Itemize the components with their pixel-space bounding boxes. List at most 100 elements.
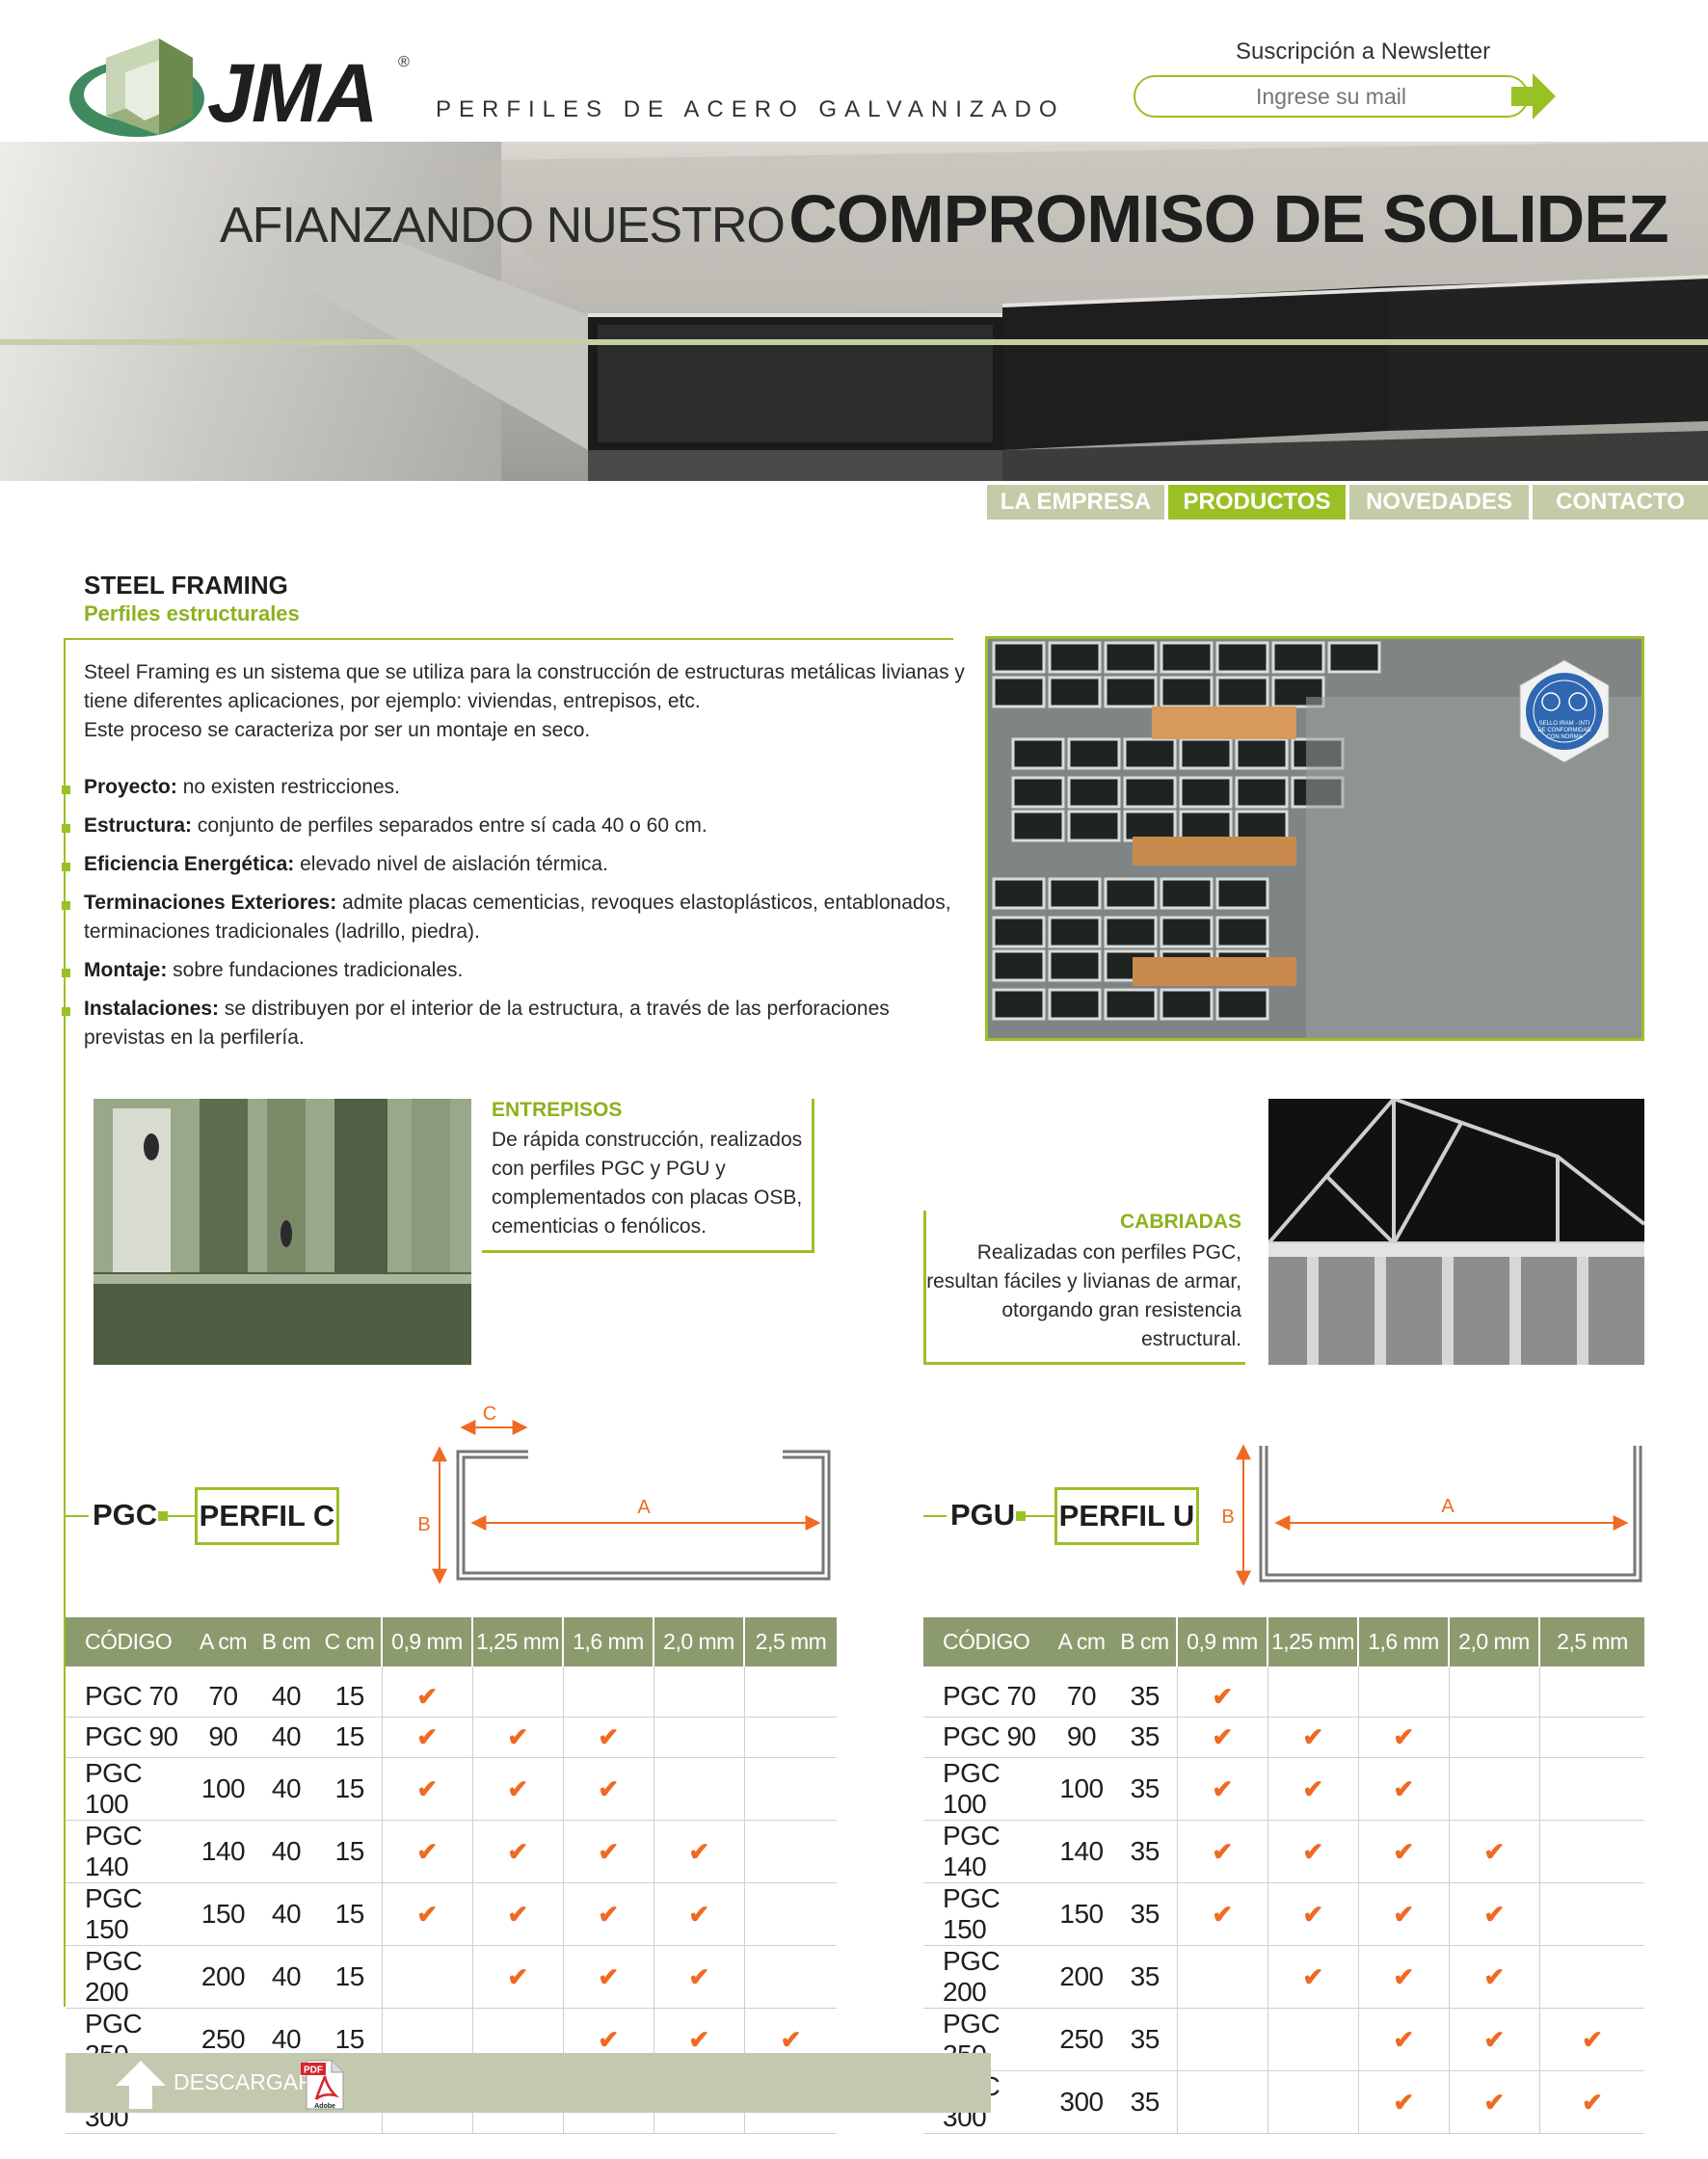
cell-code: PGC 140 [923,1820,1050,1883]
thickness-cell [1538,1882,1644,1946]
cell-a: 140 [192,1820,254,1883]
feature-text: sobre fundaciones tradicionales. [167,959,464,981]
thickness-cell: ✔ [1448,2008,1539,2071]
thickness-cell: ✔ [1357,2070,1449,2134]
check-icon: ✔ [598,1836,619,1866]
col-header: 1,25 mm [471,1617,563,1666]
cell-c: 15 [318,1666,382,1718]
intro-text: Steel Framing es un sistema que se utili… [84,658,971,745]
thickness-cell: ✔ [562,1882,654,1946]
nav-contacto[interactable]: CONTACTO [1533,485,1708,520]
feature-text: elevado nivel de aislación térmica. [294,853,608,875]
col-header: C cm [318,1617,382,1666]
col-header: B cm [1113,1617,1177,1666]
bullet-icon [62,969,70,977]
thickness-cell: ✔ [653,1820,744,1883]
nav-la-empresa[interactable]: LA EMPRESA [987,485,1164,520]
thickness-cell: ✔ [471,1945,563,2009]
thickness-cell: ✔ [653,1882,744,1946]
check-icon: ✔ [1302,1836,1323,1866]
arrow-up-icon[interactable] [116,2061,166,2109]
cabriadas-photo [1268,1099,1644,1365]
nav-productos[interactable]: PRODUCTOS [1168,485,1346,520]
col-header: CÓDIGO [66,1617,192,1666]
bullet-icon [62,863,70,871]
check-icon: ✔ [1483,2087,1505,2117]
feature-item: Eficiencia Energética: elevado nivel de … [62,850,971,879]
thickness-cell: ✔ [381,1666,472,1718]
bullet-icon [62,786,70,794]
cell-a: 200 [192,1945,254,2009]
thickness-cell: ✔ [1448,1820,1539,1883]
brand-name: JMA [207,47,379,140]
newsletter-submit-button[interactable] [1511,71,1556,121]
thickness-cell [381,1945,472,2009]
check-icon: ✔ [1393,1836,1414,1866]
cell-code: PGC 90 [923,1717,1050,1758]
check-icon: ✔ [1582,2024,1603,2054]
check-icon: ✔ [1483,1961,1505,1991]
cell-a: 90 [1050,1717,1113,1758]
dim-b-label: B [1221,1506,1234,1528]
thickness-cell [743,1666,837,1718]
cell-b: 40 [254,1757,318,1821]
cell-b: 35 [1113,1945,1177,2009]
check-icon: ✔ [598,1722,619,1751]
feature-text: no existen restricciones. [176,776,400,798]
check-icon: ✔ [688,1899,709,1929]
check-icon: ✔ [1393,1899,1414,1929]
check-icon: ✔ [416,1899,438,1929]
col-header: 0,9 mm [381,1617,472,1666]
cell-c: 15 [318,1717,382,1758]
pgc-connector-dot [158,1511,168,1521]
thickness-cell [743,1945,837,2009]
check-icon: ✔ [1302,1961,1323,1991]
thickness-cell: ✔ [1538,2008,1644,2071]
table-row: PGC 150 150 35 ✔ ✔ ✔ ✔ [923,1882,1644,1946]
entrepisos-text: De rápida construcción, realizados con p… [492,1129,803,1238]
thickness-cell [743,1820,837,1883]
bullet-icon [62,824,70,833]
hero-title-bold: COMPROMISO DE SOLIDEZ [788,181,1668,256]
seal-text-3: CON NORMA [1546,734,1582,740]
hero-title: AFIANZANDO NUESTRO COMPROMISO DE SOLIDEZ [220,180,1669,257]
check-icon: ✔ [598,2024,619,2054]
check-icon: ✔ [1393,1722,1414,1751]
cell-b: 40 [254,1666,318,1718]
thickness-cell: ✔ [1176,1757,1268,1821]
table-row: PGC 140 140 40 15 ✔ ✔ ✔ ✔ [66,1820,837,1883]
check-icon: ✔ [416,1836,438,1866]
download-label[interactable]: DESCARGAR [173,2069,314,2095]
thickness-cell [471,1666,563,1718]
thickness-cell: ✔ [1357,1820,1449,1883]
newsletter-email-input[interactable] [1134,75,1529,118]
table-row: PGC 200 200 35 ✔ ✔ ✔ [923,1945,1644,2009]
table-row: PGC 90 90 40 15 ✔ ✔ ✔ [66,1717,837,1758]
thickness-cell [1538,1945,1644,2009]
feature-item: Terminaciones Exteriores: admite placas … [62,889,971,946]
col-header: 1,25 mm [1267,1617,1358,1666]
feature-list: Proyecto: no existen restricciones. Estr… [62,773,971,1062]
nav-novedades[interactable]: NOVEDADES [1349,485,1529,520]
cell-b: 40 [254,1882,318,1946]
entrepisos-photo [93,1099,471,1365]
cell-a: 70 [192,1666,254,1718]
check-icon: ✔ [416,1773,438,1803]
pgu-table-body: PGC 70 70 35 ✔ PGC 90 90 35 ✔ ✔ ✔ PGC 100 100 35 ✔ ✔ ✔ P… [923,1666,1644,2134]
cell-c: 15 [318,1945,382,2009]
pdf-file-icon[interactable]: PDF Adobe [301,2059,345,2111]
thickness-cell [1538,1717,1644,1758]
pgc-profile-label: PERFIL C [195,1487,339,1545]
cell-c: 15 [318,1757,382,1821]
col-header: CÓDIGO [923,1617,1050,1666]
thickness-cell: ✔ [1267,1820,1358,1883]
check-icon: ✔ [1302,1773,1323,1803]
col-header: 2,5 mm [743,1617,837,1666]
check-icon: ✔ [1393,1961,1414,1991]
table-row: PGC 70 70 35 ✔ [923,1666,1644,1718]
thickness-cell: ✔ [471,1757,563,1821]
cell-a: 100 [1050,1757,1113,1821]
cell-a: 100 [192,1757,254,1821]
bullet-icon [62,901,70,910]
thickness-cell: ✔ [1176,1717,1268,1758]
